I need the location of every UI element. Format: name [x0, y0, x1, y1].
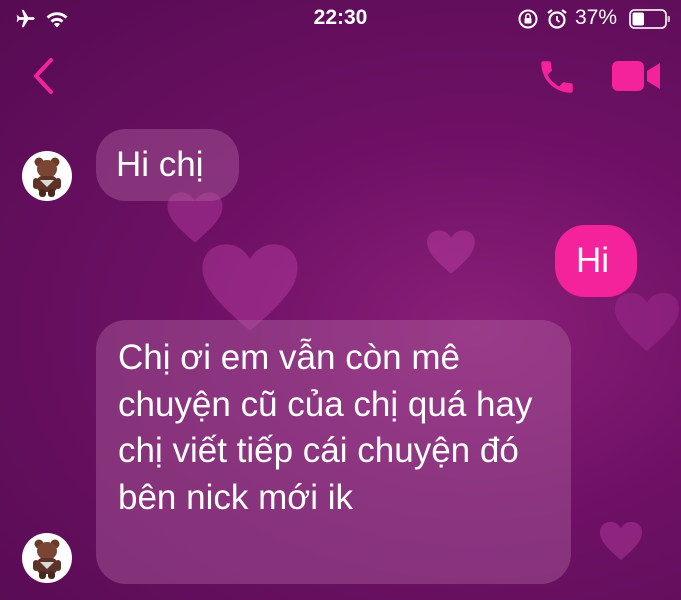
heart-decoration-icon — [615, 292, 679, 352]
contact-avatar[interactable] — [22, 151, 72, 201]
bear-avatar-icon — [33, 539, 61, 579]
status-bar: 22:30 37% — [0, 0, 681, 38]
incoming-message-bubble[interactable]: Chị ơi em vẫn còn mê chuyện cũ của chị q… — [96, 320, 571, 584]
incoming-message-bubble[interactable]: Hi chị — [96, 129, 239, 201]
contact-avatar[interactable] — [22, 533, 72, 583]
battery-percent: 37% — [575, 6, 618, 29]
battery-icon — [629, 9, 670, 29]
bear-avatar-icon — [33, 157, 61, 197]
phone-call-button[interactable] — [536, 56, 578, 98]
rotation-lock-icon — [518, 9, 538, 29]
video-camera-button[interactable] — [610, 58, 662, 94]
chat-screen: 22:30 37% Hi chị Hi Chị ơi em vẫn còn mê… — [0, 0, 681, 600]
outgoing-message-bubble[interactable]: Hi — [555, 225, 637, 297]
heart-decoration-icon — [600, 521, 642, 561]
heart-decoration-icon — [427, 230, 475, 274]
back-button[interactable] — [28, 56, 62, 96]
alarm-icon — [547, 9, 567, 29]
